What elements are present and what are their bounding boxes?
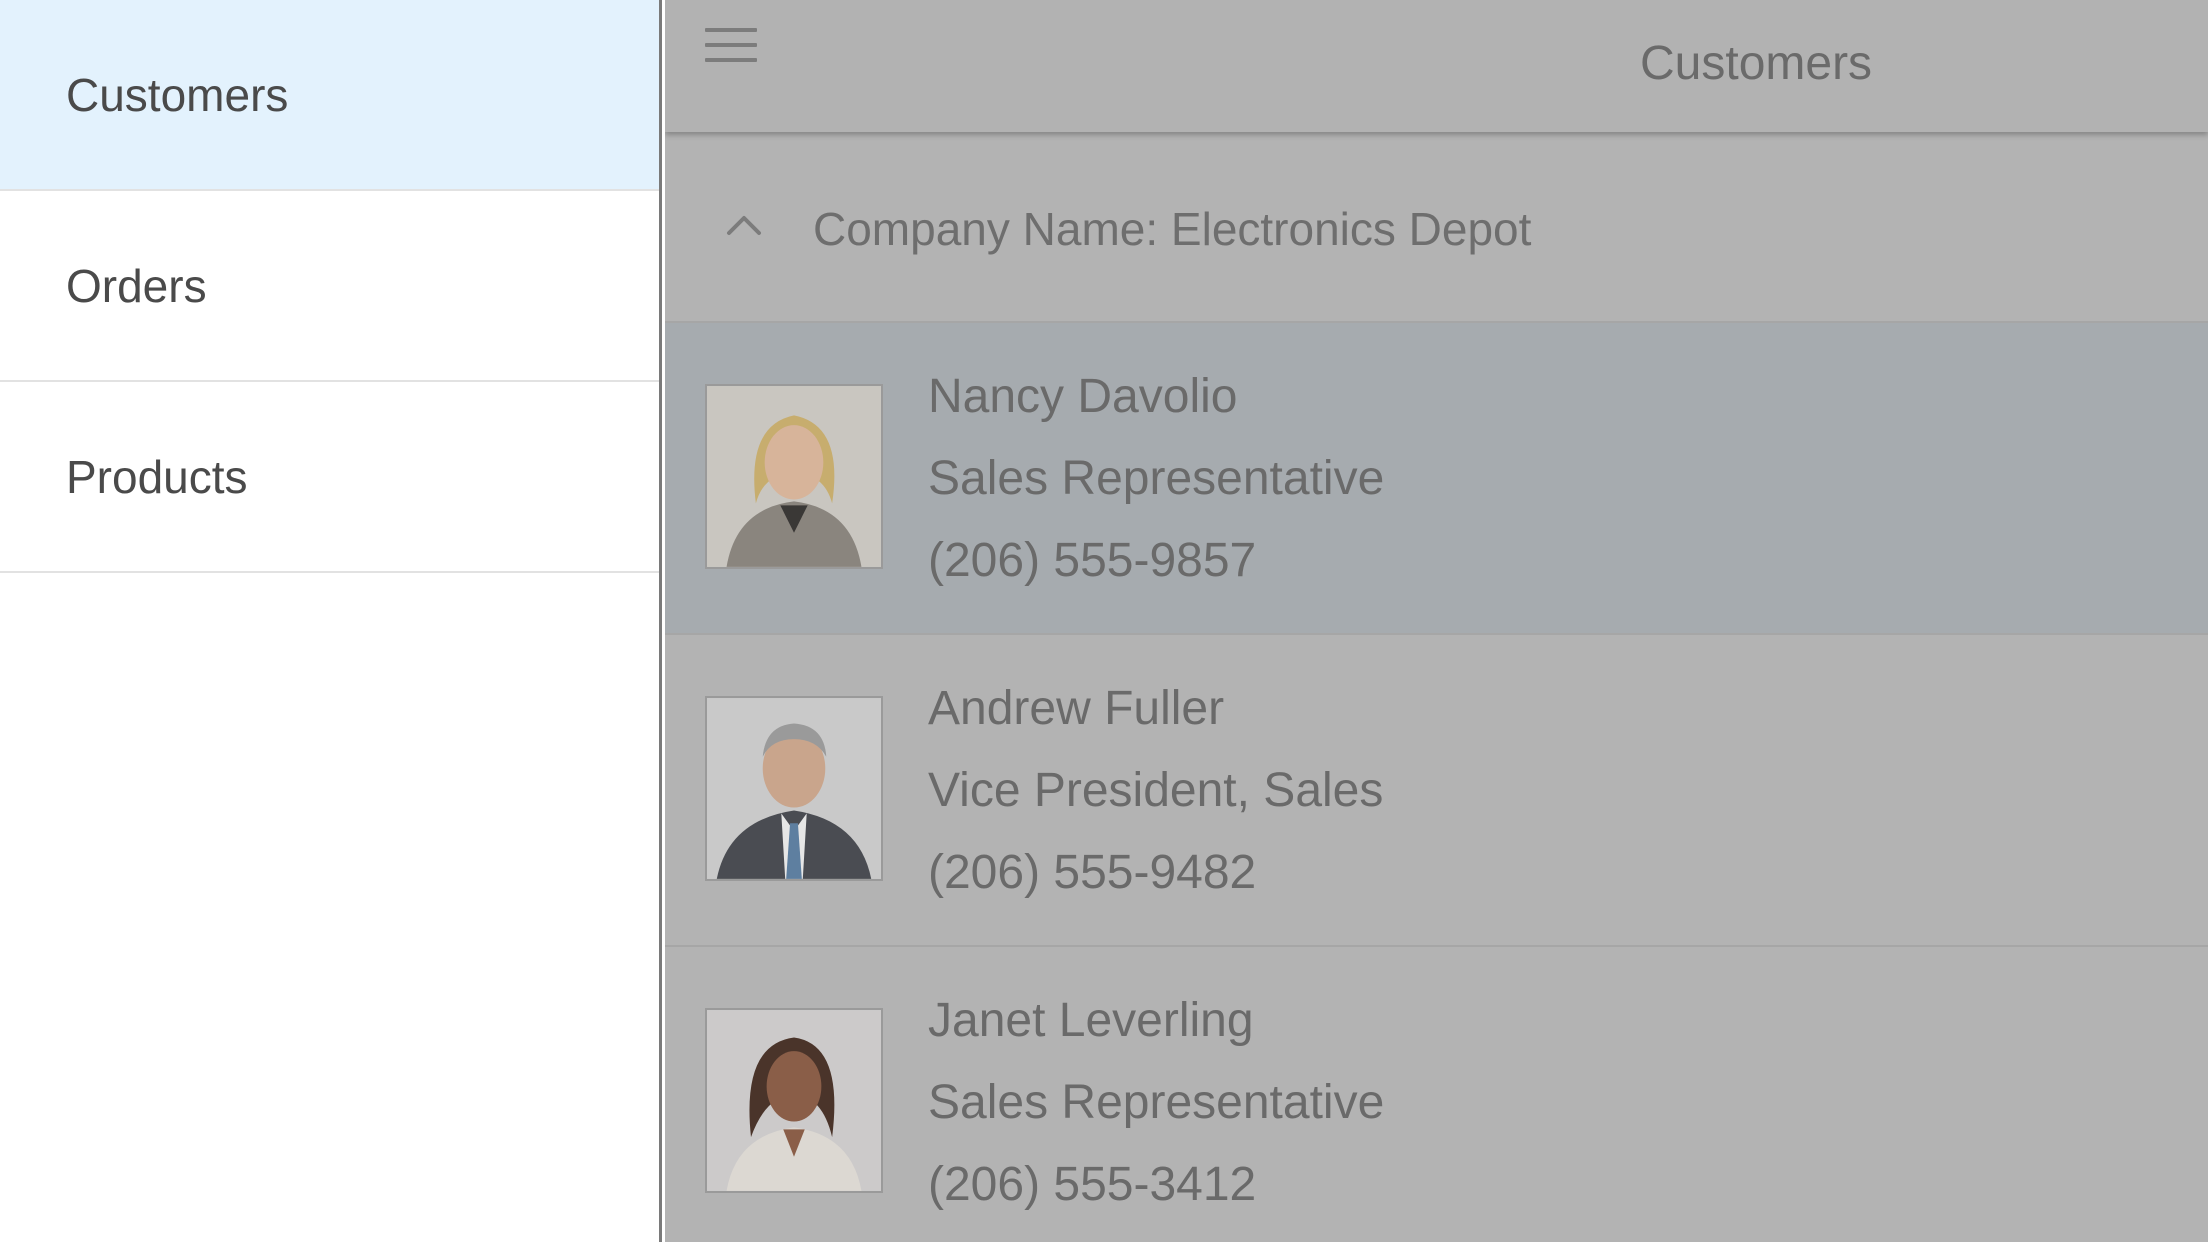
contact-title: Vice President, Sales [928, 764, 1384, 817]
drawer-item-customers[interactable]: Customers [0, 0, 659, 191]
drawer-item-label: Customers [66, 68, 289, 121]
group-label: Company Name: Electronics Depot [813, 203, 1532, 255]
list-item[interactable]: Janet Leverling Sales Representative (20… [665, 947, 2208, 1242]
chevron-up-icon[interactable] [726, 214, 762, 236]
avatar [705, 696, 883, 881]
contact-name: Andrew Fuller [928, 682, 1225, 735]
avatar [705, 384, 883, 569]
contact-name: Nancy Davolio [928, 370, 1238, 423]
app-bar: Customers [665, 0, 2208, 132]
drawer-item-products[interactable]: Products [0, 382, 659, 573]
contact-title: Sales Representative [928, 452, 1385, 505]
contact-phone: (206) 555-9857 [928, 534, 1257, 587]
drawer-item-label: Orders [66, 259, 207, 312]
contact-phone: (206) 555-9482 [928, 846, 1257, 899]
contact-phone: (206) 555-3412 [928, 1158, 1257, 1211]
page-title: Customers [1640, 37, 1873, 90]
drawer-item-label: Products [66, 450, 248, 503]
contact-title: Sales Representative [928, 1076, 1385, 1129]
avatar [705, 1008, 883, 1193]
main-content-overlay[interactable]: Customers Company Name: Electronics Depo… [665, 0, 2208, 1242]
drawer-item-orders[interactable]: Orders [0, 191, 659, 382]
group-header[interactable]: Company Name: Electronics Depot [665, 132, 2208, 323]
list-item[interactable]: Andrew Fuller Vice President, Sales (206… [665, 635, 2208, 947]
hamburger-menu-icon[interactable] [705, 28, 757, 64]
navigation-drawer: Customers Orders Products [0, 0, 662, 1242]
list-item[interactable]: Nancy Davolio Sales Representative (206)… [665, 323, 2208, 635]
contact-name: Janet Leverling [928, 994, 1254, 1047]
